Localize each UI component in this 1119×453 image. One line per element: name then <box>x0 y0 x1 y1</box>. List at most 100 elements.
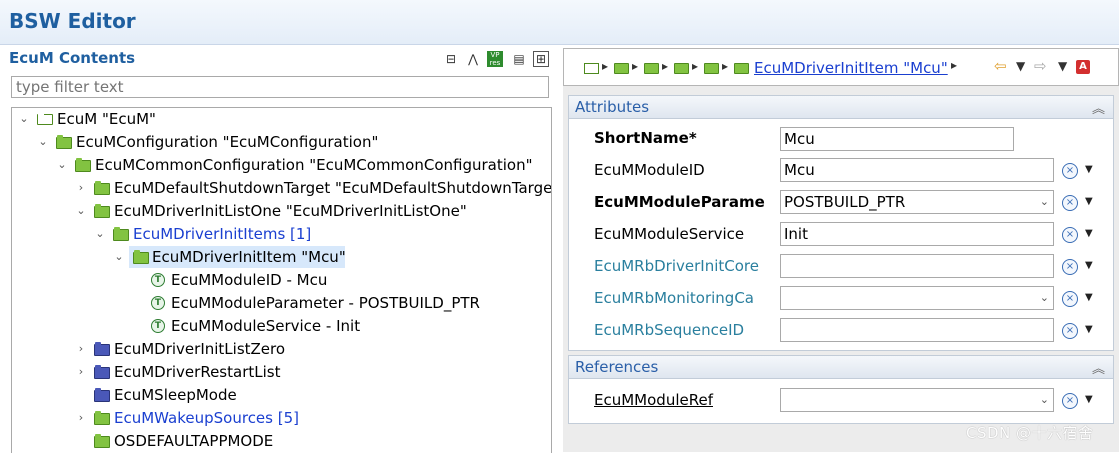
grid-icon[interactable]: ⊞ <box>533 51 549 67</box>
document-icon[interactable]: ▤ <box>511 51 527 67</box>
tree-item-label: EcuMDriverInitListZero <box>114 340 286 358</box>
chevron-down-icon[interactable]: ⌄ <box>1040 191 1049 213</box>
back-arrow-icon[interactable]: ⇦ <box>994 57 1007 75</box>
filter-box[interactable] <box>11 76 549 98</box>
ecummoduleref-label[interactable]: EcuMModuleRef <box>594 391 713 409</box>
ecummoduleid-label: EcuMModuleID <box>594 161 705 179</box>
clear-value-icon[interactable]: × <box>1062 195 1078 211</box>
clear-value-icon[interactable]: × <box>1062 323 1078 339</box>
options-dropdown-icon[interactable]: ▼ <box>1085 228 1093 239</box>
editor-title: BSW Editor <box>9 9 136 33</box>
ecummoduleservice-field[interactable]: Init <box>780 222 1054 246</box>
tree-item-label: EcuMModuleParameter - POSTBUILD_PTR <box>171 294 480 312</box>
chevron-down-icon[interactable]: ⌄ <box>1040 389 1049 411</box>
folder-blue-icon <box>94 388 110 402</box>
ecummoduleid-field[interactable]: Mcu <box>780 158 1054 182</box>
ecummoduleparameter-label: EcuMModuleParame <box>594 193 765 211</box>
ecummoduleparameter-value: POSTBUILD_PTR <box>784 193 906 211</box>
clear-value-icon[interactable]: × <box>1062 259 1078 275</box>
collapsed-arrow-icon[interactable]: › <box>75 338 87 360</box>
link-icon[interactable]: ⋀ <box>465 51 481 67</box>
vp-res-icon[interactable]: VP res <box>487 51 503 67</box>
options-dropdown-icon[interactable]: ▼ <box>1085 196 1093 207</box>
shortname-label: ShortName* <box>594 129 697 147</box>
ecummoduleparameter-select[interactable]: POSTBUILD_PTR ⌄ <box>780 190 1054 214</box>
breadcrumb-folder-icon[interactable] <box>674 63 689 74</box>
ecumrbsequenceid-field[interactable] <box>780 318 1054 342</box>
collapse-section-icon[interactable]: ︽ <box>1092 98 1105 117</box>
options-dropdown-icon[interactable]: ▼ <box>1085 324 1093 335</box>
collapsed-arrow-icon[interactable]: › <box>75 407 87 429</box>
clear-value-icon[interactable]: × <box>1062 291 1078 307</box>
watermark: CSDN @十六宿舍 <box>966 424 1094 442</box>
expand-arrow-icon[interactable]: ⌄ <box>75 200 87 222</box>
expand-arrow-icon[interactable]: ⌄ <box>18 108 30 130</box>
ecummoduleservice-label: EcuMModuleService <box>594 225 745 243</box>
folder-green-icon <box>75 158 91 172</box>
folder-green-icon <box>133 250 149 264</box>
collapse-section-icon[interactable]: ︽ <box>1092 358 1105 377</box>
folder-green-icon <box>56 135 72 149</box>
forward-dropdown-icon[interactable]: ▼ <box>1058 59 1067 73</box>
tree-item-label: EcuMModuleID - Mcu <box>171 271 328 289</box>
ecumrbdriverinitcore-field[interactable] <box>780 254 1054 278</box>
attributes-section-header[interactable]: Attributes ︽ <box>568 95 1114 119</box>
reference-icon <box>94 434 110 448</box>
breadcrumb-separator-icon: ▸ <box>692 59 699 73</box>
breadcrumb-folder-icon[interactable] <box>614 63 629 74</box>
collapse-all-icon[interactable]: ⊟ <box>443 51 459 67</box>
tree-item-label: EcuMDriverInitItem "Mcu" <box>152 248 346 266</box>
ecumrbdriverinitcore-label: EcuMRbDriverInitCore <box>594 257 759 275</box>
ecummoduleref-select[interactable]: ⌄ <box>780 388 1054 412</box>
editor-titlebar: BSW Editor <box>0 0 1119 45</box>
breadcrumb-folder-icon[interactable] <box>704 63 719 74</box>
ecumrbmonitoringca-label: EcuMRbMonitoringCa <box>594 289 754 307</box>
filter-input[interactable] <box>12 77 548 97</box>
breadcrumb-separator-icon: ▸ <box>662 59 669 73</box>
attributes-title: Attributes <box>575 98 650 116</box>
references-title: References <box>575 358 659 376</box>
contents-tree[interactable]: ⌄ EcuM "EcuM" ⌄ EcuMConfiguration "EcuMC… <box>11 107 552 453</box>
tree-item-label: EcuMConfiguration "EcuMConfiguration" <box>76 133 379 151</box>
contents-header: EcuM Contents ⊟ ⋀ VP res ▤ ⊞ <box>0 45 560 73</box>
options-dropdown-icon[interactable]: ▼ <box>1085 394 1093 405</box>
breadcrumb-separator-icon: ▸ <box>722 59 729 73</box>
references-body: EcuMModuleRef ⌄ × ▼ <box>568 379 1114 424</box>
tree-item-label: EcuMDriverRestartList <box>114 363 281 381</box>
clear-value-icon[interactable]: × <box>1062 393 1078 409</box>
text-parameter-icon: T <box>151 273 165 287</box>
folder-green-icon <box>94 181 110 195</box>
chevron-down-icon[interactable]: ⌄ <box>1040 287 1049 309</box>
references-section-header[interactable]: References ︽ <box>568 355 1114 379</box>
module-root-icon <box>37 112 53 125</box>
collapsed-arrow-icon[interactable]: › <box>75 177 87 199</box>
ecumrbsequenceid-label: EcuMRbSequenceID <box>594 321 745 339</box>
breadcrumb-root-icon[interactable] <box>584 63 599 74</box>
expand-arrow-icon[interactable]: ⌄ <box>94 223 106 245</box>
tree-item-label: EcuMCommonConfiguration "EcuMCommonConfi… <box>95 156 533 174</box>
tree-item-label: EcuMDefaultShutdownTarget "EcuMDefaultSh… <box>114 179 552 197</box>
options-dropdown-icon[interactable]: ▼ <box>1085 292 1093 303</box>
contents-title: EcuM Contents <box>9 49 136 67</box>
collapsed-arrow-icon[interactable]: › <box>75 361 87 383</box>
clear-value-icon[interactable]: × <box>1062 163 1078 179</box>
options-dropdown-icon[interactable]: ▼ <box>1085 164 1093 175</box>
breadcrumb-current[interactable]: EcuMDriverInitItem "Mcu" <box>754 59 948 77</box>
clear-value-icon[interactable]: × <box>1062 227 1078 243</box>
attributes-body: ShortName* Mcu EcuMModuleID Mcu × ▼ EcuM… <box>568 119 1114 351</box>
breadcrumb-folder-icon[interactable] <box>734 63 749 74</box>
ecumrbmonitoringca-select[interactable]: ⌄ <box>780 286 1054 310</box>
folder-blue-icon <box>94 342 110 356</box>
options-dropdown-icon[interactable]: ▼ <box>1085 260 1093 271</box>
expand-arrow-icon[interactable]: ⌄ <box>113 246 125 268</box>
expand-arrow-icon[interactable]: ⌄ <box>37 131 49 153</box>
autosar-icon[interactable]: A <box>1076 60 1090 74</box>
tree-item-label: EcuMModuleService - Init <box>171 317 361 335</box>
back-dropdown-icon[interactable]: ▼ <box>1016 59 1025 73</box>
breadcrumb-folder-icon[interactable] <box>644 63 659 74</box>
shortname-field[interactable]: Mcu <box>780 127 1014 151</box>
expand-arrow-icon[interactable]: ⌄ <box>56 154 68 176</box>
forward-arrow-icon[interactable]: ⇨ <box>1034 57 1047 75</box>
tree-item-label: EcuMDriverInitListOne "EcuMDriverInitLis… <box>114 202 467 220</box>
tree-item-label: EcuM "EcuM" <box>57 110 156 128</box>
